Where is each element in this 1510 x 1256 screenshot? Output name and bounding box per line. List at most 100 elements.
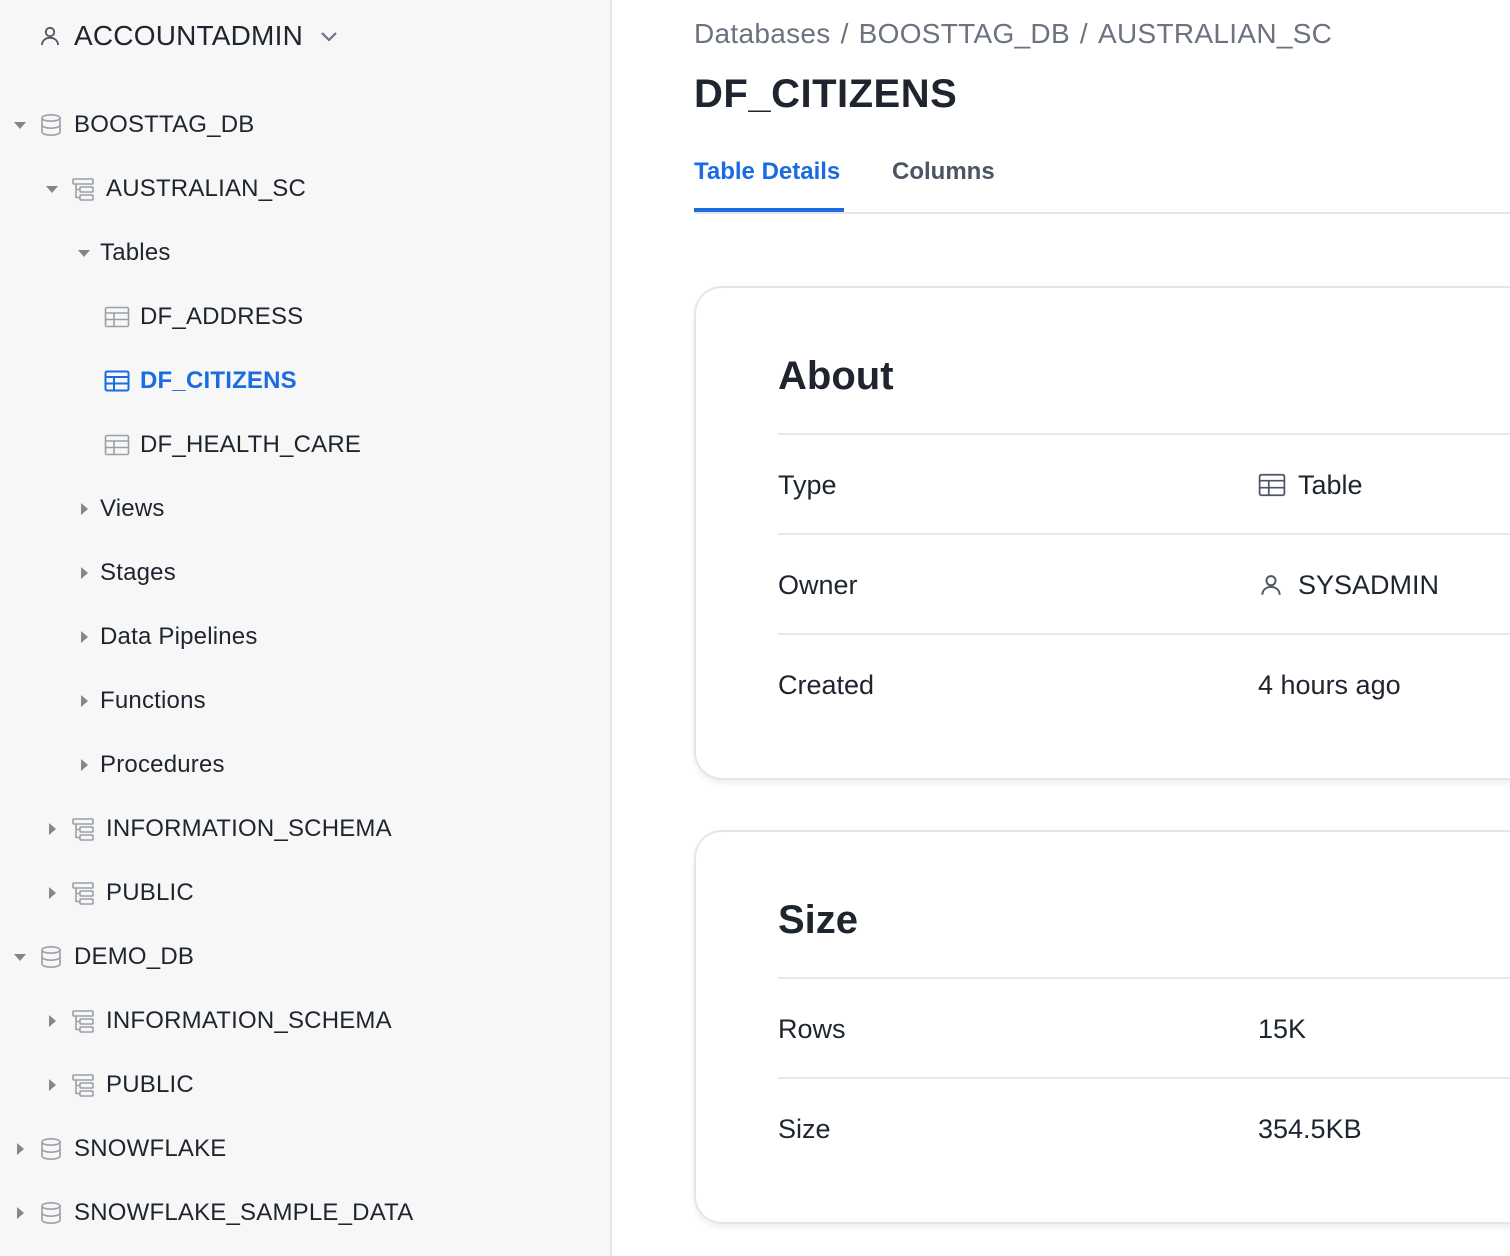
caret-right-icon[interactable] (77, 758, 91, 772)
tree-item-label: INFORMATION_SCHEMA (106, 815, 392, 842)
chevron-down-icon (317, 24, 341, 48)
tab-bar: Table Details Columns (694, 140, 1510, 214)
database-icon (38, 1136, 64, 1162)
tree-item-label: Procedures (100, 751, 225, 778)
caret-right-icon[interactable] (13, 1206, 27, 1220)
tree-item-label: SNOWFLAKE (74, 1135, 227, 1162)
tree-item-label: Tables (100, 239, 171, 266)
caret-right-icon[interactable] (45, 886, 59, 900)
owner-label: Owner (778, 569, 858, 600)
object-explorer-sidebar: ACCOUNTADMIN BOOSTTAG_DB AUSTRALIAN_SC T… (0, 0, 612, 1256)
tree-item-label: PUBLIC (106, 879, 194, 906)
about-card: About Type Table Owner SYSADMIN Created … (694, 286, 1510, 780)
tree-item-label: Stages (100, 559, 176, 586)
main-content: Databases / BOOSTTAG_DB / AUSTRALIAN_SC DF_C… (614, 0, 1510, 1256)
caret-down-icon[interactable] (13, 950, 27, 964)
caret-down-icon[interactable] (45, 182, 59, 196)
database-icon (38, 1200, 64, 1226)
type-value-text: Table (1298, 469, 1363, 500)
caret-right-icon[interactable] (77, 502, 91, 516)
tree-item-public[interactable]: PUBLIC (0, 1063, 194, 1107)
tree-item-label: Views (100, 495, 165, 522)
page-title: DF_CITIZENS (694, 72, 958, 116)
rows-row: Rows 15K (778, 979, 1510, 1079)
size-row: Size 354.5KB (778, 1079, 1510, 1179)
caret-right-icon[interactable] (45, 1078, 59, 1092)
tree-item-label: DF_HEALTH_CARE (140, 431, 362, 458)
user-icon (1258, 571, 1286, 599)
tree-item-df-health-care[interactable]: DF_HEALTH_CARE (0, 423, 361, 467)
table-icon (104, 368, 130, 394)
caret-right-icon[interactable] (13, 1142, 27, 1156)
owner-value: SYSADMIN (1258, 570, 1439, 601)
schema-icon (70, 1072, 96, 1098)
database-icon (38, 112, 64, 138)
tree-item-views[interactable]: Views (0, 487, 165, 531)
caret-right-icon[interactable] (77, 566, 91, 580)
tree-item-snowflake[interactable]: SNOWFLAKE (0, 1127, 227, 1171)
caret-right-icon[interactable] (45, 822, 59, 836)
size-card: Size Rows 15K Size 354.5KB (694, 830, 1510, 1224)
created-row: Created 4 hours ago (778, 635, 1510, 735)
tree-item-boosttag-db[interactable]: BOOSTTAG_DB (0, 103, 254, 147)
breadcrumb: Databases / BOOSTTAG_DB / AUSTRALIAN_SC (694, 18, 1332, 50)
size-label: Size (778, 1113, 831, 1144)
breadcrumb-schema[interactable]: AUSTRALIAN_SC (1098, 18, 1332, 49)
tab-table-details[interactable]: Table Details (694, 158, 844, 212)
size-heading: Size (778, 898, 859, 942)
tree-item-label: Data Pipelines (100, 623, 258, 650)
breadcrumb-separator: / (840, 18, 849, 49)
created-label: Created (778, 669, 875, 700)
about-heading: About (778, 354, 894, 398)
role-name: ACCOUNTADMIN (74, 20, 303, 51)
breadcrumb-db[interactable]: BOOSTTAG_DB (859, 18, 1070, 49)
tree-item-functions[interactable]: Functions (0, 679, 206, 723)
tree-item-label: DEMO_DB (74, 943, 195, 970)
tree-item-australian-sc[interactable]: AUSTRALIAN_SC (0, 167, 306, 211)
caret-down-icon[interactable] (13, 118, 27, 132)
schema-icon (70, 1008, 96, 1034)
schema-icon (70, 880, 96, 906)
caret-right-icon[interactable] (77, 630, 91, 644)
caret-right-icon[interactable] (77, 694, 91, 708)
rows-value: 15K (1258, 1013, 1307, 1044)
table-icon (104, 432, 130, 458)
tree-item-tables[interactable]: Tables (0, 231, 171, 275)
type-value: Table (1258, 470, 1363, 501)
tree-item-information-schema[interactable]: INFORMATION_SCHEMA (0, 999, 392, 1043)
table-icon (104, 304, 130, 330)
owner-value-text: SYSADMIN (1298, 569, 1440, 600)
table-icon (1258, 471, 1286, 499)
tree-item-df-address[interactable]: DF_ADDRESS (0, 295, 303, 339)
caret-right-icon[interactable] (45, 1014, 59, 1028)
schema-icon (70, 816, 96, 842)
breadcrumb-separator: / (1079, 18, 1089, 49)
tree-item-label: DF_CITIZENS (140, 367, 297, 394)
tree-item-snowflake-sample-data[interactable]: SNOWFLAKE_SAMPLE_DATA (0, 1191, 413, 1235)
rows-label: Rows (778, 1013, 846, 1044)
tree-item-df-citizens[interactable]: DF_CITIZENS (0, 359, 297, 403)
type-row: Type Table (778, 435, 1510, 535)
tree-item-label: Functions (100, 687, 206, 714)
caret-down-icon[interactable] (77, 246, 91, 260)
tree-item-label: SNOWFLAKE_SAMPLE_DATA (74, 1199, 414, 1226)
role-selector[interactable]: ACCOUNTADMIN (38, 16, 341, 56)
tree-item-label: DF_ADDRESS (140, 303, 304, 330)
user-icon (38, 24, 62, 48)
tab-columns[interactable]: Columns (892, 158, 995, 212)
created-value: 4 hours ago (1258, 669, 1401, 700)
tree-item-stages[interactable]: Stages (0, 551, 176, 595)
schema-icon (70, 176, 96, 202)
owner-row: Owner SYSADMIN (778, 535, 1510, 635)
tree-item-information-schema[interactable]: INFORMATION_SCHEMA (0, 807, 392, 851)
tree-item-procedures[interactable]: Procedures (0, 743, 225, 787)
tree-item-label: PUBLIC (106, 1071, 194, 1098)
tree-item-demo-db[interactable]: DEMO_DB (0, 935, 194, 979)
database-icon (38, 944, 64, 970)
breadcrumb-databases[interactable]: Databases (694, 18, 831, 49)
tree-item-label: INFORMATION_SCHEMA (106, 1007, 392, 1034)
tree-item-public[interactable]: PUBLIC (0, 871, 194, 915)
tree-item-data-pipelines[interactable]: Data Pipelines (0, 615, 258, 659)
tree-item-label: AUSTRALIAN_SC (106, 175, 306, 202)
tree-item-label: BOOSTTAG_DB (74, 111, 255, 138)
